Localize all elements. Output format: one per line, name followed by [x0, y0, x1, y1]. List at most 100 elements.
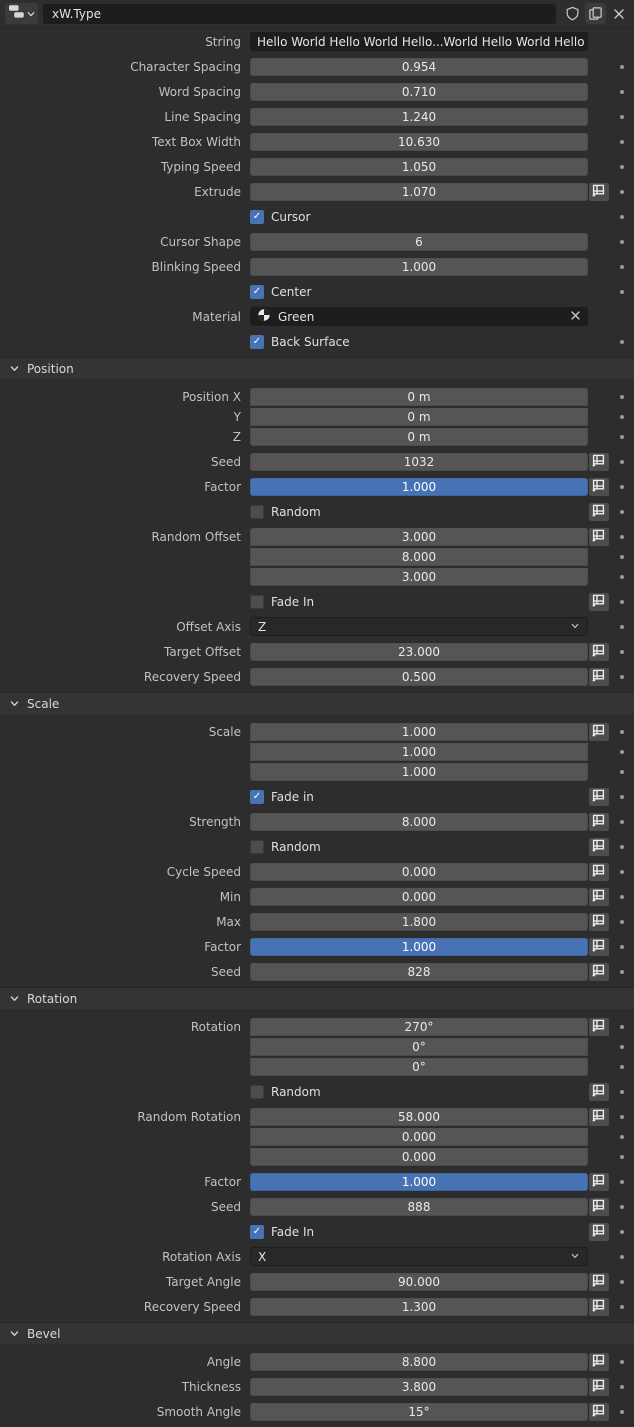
random-offset-0-insert-keyframe-button[interactable] [589, 528, 609, 546]
cursor-shape-animate-decorator-dot[interactable] [620, 240, 624, 244]
fade-in-checkbox[interactable]: Fade In [250, 595, 314, 609]
unlink-material-icon[interactable] [570, 310, 581, 324]
target-angle-field[interactable]: 90.000 [250, 1273, 588, 1291]
position-2-animate-decorator-dot[interactable] [620, 435, 624, 439]
angle-insert-keyframe-button[interactable] [589, 1353, 609, 1371]
position-1-animate-decorator-dot[interactable] [620, 415, 624, 419]
scale-0-animate-decorator-dot[interactable] [620, 730, 624, 734]
factor-insert-keyframe-button[interactable] [589, 1173, 609, 1191]
max-insert-keyframe-button[interactable] [589, 913, 609, 931]
random-offset-1-animate-decorator-dot[interactable] [620, 555, 624, 559]
random-checkbox[interactable]: Random [250, 505, 321, 519]
position-field-2[interactable]: 0 m [250, 428, 588, 446]
cursor-shape-field[interactable]: 6 [250, 233, 588, 251]
fade-in-checkbox[interactable]: ✓Fade in [250, 790, 314, 804]
duplicate-icon[interactable] [585, 3, 606, 24]
random-offset-2-animate-decorator-dot[interactable] [620, 575, 624, 579]
position-field-1[interactable]: 0 m [250, 408, 588, 426]
fade-in-animate-decorator-dot[interactable] [620, 1230, 624, 1234]
strength-field[interactable]: 8.000 [250, 813, 588, 831]
blinking-speed-field[interactable]: 1.000 [250, 258, 588, 276]
random-rotation-2-animate-decorator-dot[interactable] [620, 1155, 624, 1159]
extrude-insert-keyframe-button[interactable] [589, 183, 609, 201]
close-icon[interactable] [608, 3, 629, 24]
factor-slider[interactable]: 1.000 [250, 1173, 588, 1191]
line-spacing-field[interactable]: 1.240 [250, 108, 588, 126]
shield-icon[interactable] [562, 3, 583, 24]
smooth-angle-field[interactable]: 15° [250, 1403, 588, 1421]
scale-field-1[interactable]: 1.000 [250, 743, 588, 761]
scale-2-animate-decorator-dot[interactable] [620, 770, 624, 774]
target-offset-insert-keyframe-button[interactable] [589, 643, 609, 661]
recovery-speed-insert-keyframe-button[interactable] [589, 1298, 609, 1316]
recovery-speed-field[interactable]: 1.300 [250, 1298, 588, 1316]
section-header-scale[interactable]: Scale [0, 692, 634, 714]
scale-field-2[interactable]: 1.000 [250, 763, 588, 781]
rotation-axis-dropdown[interactable]: X [250, 1247, 588, 1266]
seed-insert-keyframe-button[interactable] [589, 453, 609, 471]
angle-animate-decorator-dot[interactable] [620, 1360, 624, 1364]
thickness-animate-decorator-dot[interactable] [620, 1385, 624, 1389]
fade-in-insert-keyframe-button[interactable] [589, 1223, 609, 1241]
fade-in-animate-decorator-dot[interactable] [620, 600, 624, 604]
position-field-0[interactable]: 0 m [250, 388, 588, 406]
scale-1-animate-decorator-dot[interactable] [620, 750, 624, 754]
random-offset-field-2[interactable]: 3.000 [250, 568, 588, 586]
thickness-insert-keyframe-button[interactable] [589, 1378, 609, 1396]
scale-0-insert-keyframe-button[interactable] [589, 723, 609, 741]
seed-field[interactable]: 1032 [250, 453, 588, 471]
factor-insert-keyframe-button[interactable] [589, 938, 609, 956]
factor-animate-decorator-dot[interactable] [620, 945, 624, 949]
rotation-field-1[interactable]: 0° [250, 1038, 588, 1056]
max-animate-decorator-dot[interactable] [620, 920, 624, 924]
seed-field[interactable]: 828 [250, 963, 588, 981]
blinking-speed-animate-decorator-dot[interactable] [620, 265, 624, 269]
word-spacing-field[interactable]: 0.710 [250, 83, 588, 101]
material-selector[interactable]: Green [250, 307, 588, 326]
string-input[interactable]: Hello World Hello World Hello...World He… [250, 32, 588, 51]
random-rotation-field-1[interactable]: 0.000 [250, 1128, 588, 1146]
random-animate-decorator-dot[interactable] [620, 845, 624, 849]
random-checkbox[interactable]: Random [250, 1085, 321, 1099]
word-spacing-animate-decorator-dot[interactable] [620, 90, 624, 94]
seed-animate-decorator-dot[interactable] [620, 1205, 624, 1209]
target-offset-field[interactable]: 23.000 [250, 643, 588, 661]
cycle-speed-insert-keyframe-button[interactable] [589, 863, 609, 881]
seed-insert-keyframe-button[interactable] [589, 963, 609, 981]
factor-slider[interactable]: 1.000 [250, 478, 588, 496]
cursor-animate-decorator-dot[interactable] [620, 215, 624, 219]
scale-field-0[interactable]: 1.000 [250, 723, 588, 741]
position-0-animate-decorator-dot[interactable] [620, 395, 624, 399]
rotation-field-2[interactable]: 0° [250, 1058, 588, 1076]
strength-animate-decorator-dot[interactable] [620, 820, 624, 824]
cycle-speed-field[interactable]: 0.000 [250, 863, 588, 881]
text-box-width-field[interactable]: 10.630 [250, 133, 588, 151]
cursor-checkbox[interactable]: ✓Cursor [250, 210, 310, 224]
random-insert-keyframe-button[interactable] [589, 838, 609, 856]
min-field[interactable]: 0.000 [250, 888, 588, 906]
factor-insert-keyframe-button[interactable] [589, 478, 609, 496]
fade-in-animate-decorator-dot[interactable] [620, 795, 624, 799]
random-checkbox[interactable]: Random [250, 840, 321, 854]
random-rotation-0-insert-keyframe-button[interactable] [589, 1108, 609, 1126]
strength-insert-keyframe-button[interactable] [589, 813, 609, 831]
smooth-angle-animate-decorator-dot[interactable] [620, 1410, 624, 1414]
extrude-animate-decorator-dot[interactable] [620, 190, 624, 194]
rotation-axis-animate-decorator-dot[interactable] [620, 1255, 624, 1259]
extrude-field[interactable]: 1.070 [250, 183, 588, 201]
character-spacing-field[interactable]: 0.954 [250, 58, 588, 76]
random-insert-keyframe-button[interactable] [589, 503, 609, 521]
random-animate-decorator-dot[interactable] [620, 1090, 624, 1094]
min-insert-keyframe-button[interactable] [589, 888, 609, 906]
center-checkbox[interactable]: ✓Center [250, 285, 311, 299]
seed-field[interactable]: 888 [250, 1198, 588, 1216]
effect-type-button[interactable] [5, 3, 38, 24]
thickness-field[interactable]: 3.800 [250, 1378, 588, 1396]
character-spacing-animate-decorator-dot[interactable] [620, 65, 624, 69]
rotation-2-animate-decorator-dot[interactable] [620, 1065, 624, 1069]
back-surface-animate-decorator-dot[interactable] [620, 340, 624, 344]
line-spacing-animate-decorator-dot[interactable] [620, 115, 624, 119]
random-offset-field-1[interactable]: 8.000 [250, 548, 588, 566]
offset-axis-dropdown[interactable]: Z [250, 617, 588, 636]
random-offset-field-0[interactable]: 3.000 [250, 528, 588, 546]
